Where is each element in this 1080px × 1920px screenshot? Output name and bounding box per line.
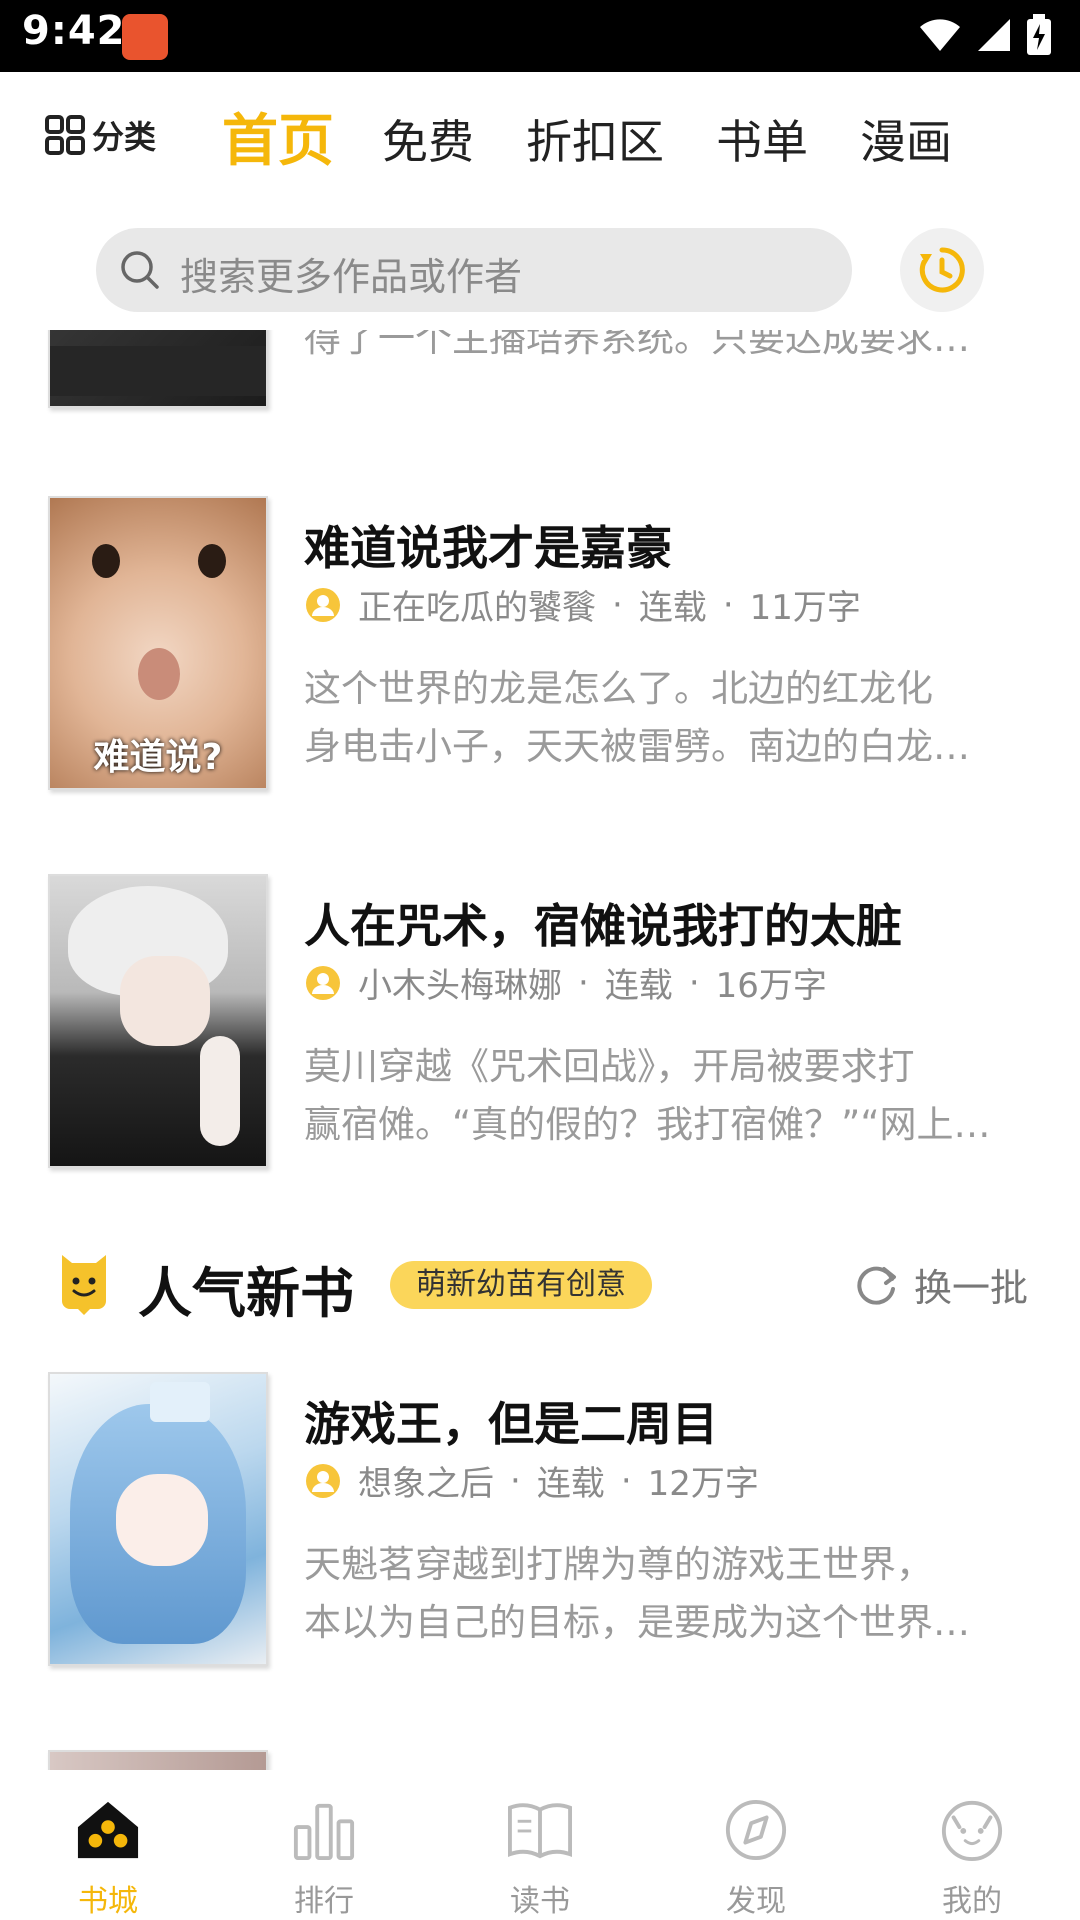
desc-line: 这个世界的龙是怎么了。北边的红龙化: [304, 667, 933, 710]
book-description: 得了一个主播培养系统。只要达成要求…: [304, 330, 1044, 368]
history-clock-icon: [919, 247, 965, 293]
book-description: 莫川穿越《咒术回战》，开局被要求打 赢宿傩。“真的假的？我打宿傩？”“网上…: [304, 1038, 1044, 1154]
cat-face-icon: [941, 1800, 1003, 1862]
top-navigation: 分类 首页 免费 折扣区 书单 漫画: [0, 72, 1080, 222]
bottom-tab-ranking[interactable]: 排行: [216, 1770, 432, 1920]
book-description: 天魁茗穿越到打牌为尊的游戏王世界， 本以为自己的目标，是要成为这个世界…: [304, 1536, 1044, 1652]
tab-label: 书城: [78, 1884, 138, 1919]
status-time: 9:42: [22, 8, 126, 54]
word-count: 12万字: [647, 1464, 759, 1504]
cover-face: [116, 1474, 208, 1566]
bottom-tab-reading[interactable]: 读书: [432, 1770, 648, 1920]
cover-hand: [200, 1036, 240, 1146]
book-title: 难道说我才是嘉豪: [304, 521, 672, 575]
serial-status: 连载: [638, 588, 707, 628]
book-meta: 正在吃瓜的饕餮 · 连载 · 11万字: [304, 580, 861, 629]
desc-line: 本以为自己的目标，是要成为这个世界…: [304, 1601, 970, 1644]
book-cover: [48, 874, 268, 1168]
section-badge: 萌新幼苗有创意: [390, 1261, 652, 1309]
battery-icon: [1027, 14, 1051, 55]
book-meta: 想象之后 · 连载 · 12万字: [304, 1456, 759, 1505]
section-header-popular-new: 人气新书 萌新幼苗有创意 换一批: [0, 1245, 1080, 1345]
cover-face: [120, 956, 210, 1046]
tab-home[interactable]: 首页: [222, 110, 334, 174]
wifi-icon: [920, 19, 960, 51]
book-meta: 小木头梅琳娜 · 连载 · 16万字: [304, 958, 827, 1007]
refresh-batch-button[interactable]: 换一批: [852, 1257, 1028, 1312]
separator: ·: [612, 584, 623, 625]
search-row: 搜索更多作品或作者: [0, 228, 1080, 312]
top-tabs: 首页 免费 折扣区 书单 漫画: [222, 110, 1004, 174]
author-name: 正在吃瓜的饕餮: [358, 588, 596, 628]
section-title: 人气新书: [138, 1262, 354, 1325]
refresh-icon: [857, 1266, 896, 1305]
desc-line: 天魁茗穿越到打牌为尊的游戏王世界，: [304, 1543, 933, 1586]
separator: ·: [578, 962, 589, 1003]
search-input[interactable]: 搜索更多作品或作者: [96, 228, 852, 312]
tab-label: 读书: [510, 1884, 570, 1919]
book-description: 这个世界的龙是怎么了。北边的红龙化 身电击小子，天天被雷劈。南边的白龙…: [304, 660, 1044, 776]
status-icons: [918, 14, 1052, 56]
book-title: 人在咒术，宿傩说我打的太脏: [304, 899, 902, 953]
tab-comics[interactable]: 漫画: [860, 110, 952, 174]
cover-eye: [92, 544, 120, 578]
author-icon: [306, 1463, 340, 1498]
desc-line: 莫川穿越《咒术回战》，开局被要求打: [304, 1045, 915, 1088]
desc-line: 得了一个主播培养系统。只要达成要求…: [304, 330, 970, 360]
separator: ·: [510, 1460, 521, 1501]
tab-booklist[interactable]: 书单: [716, 110, 808, 174]
category-label: 分类: [92, 118, 157, 156]
author-icon: [306, 965, 340, 1000]
word-count: 11万字: [749, 588, 861, 628]
bottom-tab-mine[interactable]: 我的: [864, 1770, 1080, 1920]
book-icon: [508, 1803, 572, 1859]
word-count: 16万字: [715, 966, 827, 1006]
signal-icon: [978, 19, 1010, 51]
book-cover: 难道说?: [48, 496, 268, 790]
app-notification-icon: [122, 14, 168, 60]
separator: ·: [620, 1460, 632, 1501]
refresh-label: 换一批: [914, 1266, 1029, 1310]
ranking-icon: [293, 1803, 355, 1861]
book-feed: 得了一个主播培养系统。只要达成要求… 难道说? 难道说我才是嘉豪 正在吃瓜的饕餮…: [0, 330, 1080, 1770]
bottom-tab-discover[interactable]: 发现: [648, 1770, 864, 1920]
book-cover: [48, 1750, 268, 1770]
mascot-logo-icon: [62, 1255, 106, 1315]
cover-crown: [150, 1382, 210, 1422]
tab-label: 发现: [726, 1884, 786, 1919]
category-button[interactable]: 分类: [44, 112, 156, 158]
cover-caption: 难道说?: [93, 737, 223, 778]
search-icon: [121, 251, 159, 289]
desc-line: 身电击小子，天天被雷劈。南边的白龙…: [304, 725, 970, 768]
author-name: 小木头梅琳娜: [358, 966, 562, 1006]
search-placeholder: 搜索更多作品或作者: [180, 255, 523, 299]
tab-label: 我的: [942, 1884, 1002, 1919]
compass-icon: [725, 1799, 787, 1861]
category-grid-icon: [45, 115, 85, 155]
serial-status: 连载: [536, 1464, 605, 1504]
book-cover: [48, 330, 268, 408]
bottom-tab-bar: 书城 排行 读书 发现 我的: [0, 1770, 1080, 1920]
tab-free[interactable]: 免费: [382, 110, 474, 174]
home-icon: [77, 1801, 139, 1859]
desc-line: 赢宿傩。“真的假的？我打宿傩？”“网上…: [304, 1103, 991, 1146]
status-bar: 9:42: [0, 0, 1080, 72]
reading-history-button[interactable]: [900, 228, 984, 312]
serial-status: 连载: [604, 966, 673, 1006]
cover-eye: [198, 544, 226, 578]
separator: ·: [722, 584, 734, 625]
tab-discount[interactable]: 折扣区: [526, 110, 664, 174]
tab-label: 排行: [294, 1884, 354, 1919]
bottom-tab-bookstore[interactable]: 书城: [0, 1770, 216, 1920]
book-cover: [48, 1372, 268, 1666]
separator: ·: [688, 962, 700, 1003]
author-name: 想象之后: [358, 1464, 494, 1504]
book-title: 游戏王，但是二周目: [304, 1397, 718, 1451]
cover-mouth: [138, 648, 180, 700]
author-icon: [306, 587, 340, 622]
